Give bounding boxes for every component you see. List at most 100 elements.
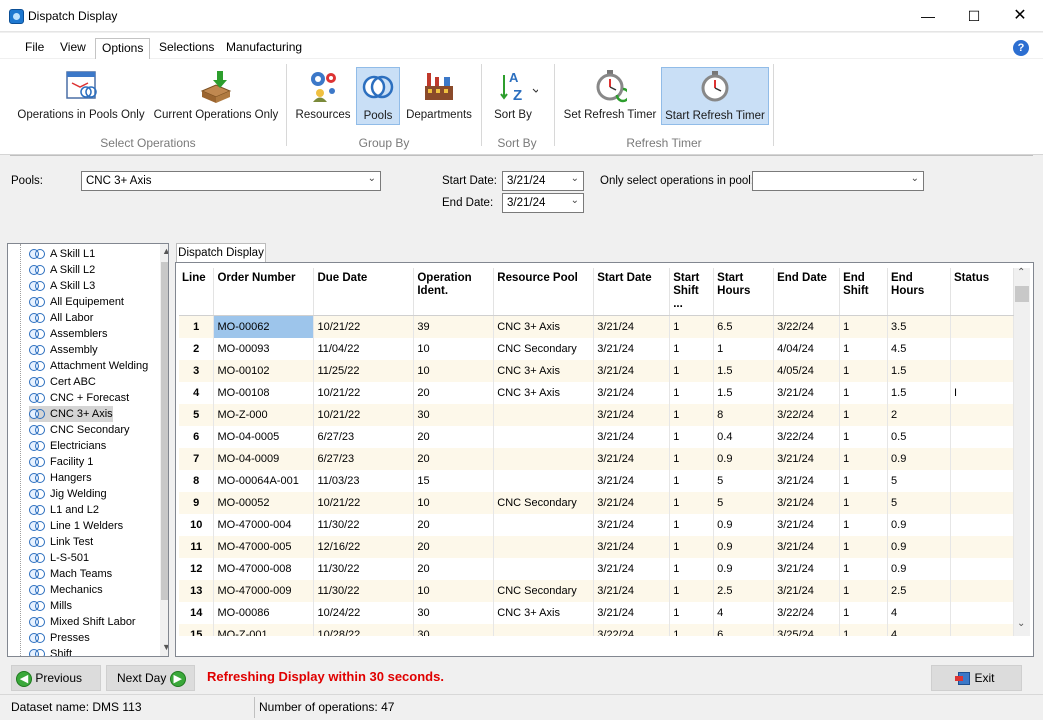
table-cell[interactable] — [493, 447, 595, 470]
table-cell[interactable]: 30 — [413, 403, 495, 426]
row-line-number[interactable]: 7 — [179, 447, 215, 470]
row-line-number[interactable]: 6 — [179, 425, 215, 448]
table-cell[interactable]: 1.5 — [713, 359, 775, 382]
pool-tree[interactable]: A Skill L1 A Skill L2 A Skill L3 All Equipe… — [7, 243, 169, 657]
table-cell[interactable]: CNC 3+ Axis — [493, 315, 595, 338]
column-header[interactable]: Due Date — [313, 268, 415, 316]
pool-list-item[interactable]: Hangers — [29, 470, 92, 486]
table-cell[interactable]: 3/21/24 — [593, 469, 671, 492]
table-cell[interactable]: 1 — [839, 403, 889, 426]
table-cell[interactable]: 11/30/22 — [313, 579, 415, 602]
table-cell[interactable] — [493, 469, 595, 492]
table-cell[interactable]: 3/21/24 — [593, 513, 671, 536]
scroll-down-icon[interactable]: ⌄ — [1017, 618, 1025, 629]
table-cell[interactable]: 4/04/24 — [773, 337, 841, 360]
table-cell[interactable]: MO-00052 — [213, 491, 315, 514]
table-cell[interactable]: 11/25/22 — [313, 359, 415, 382]
table-row[interactable]: 11 MO-47000-005 12/16/22 20 3/21/24 1 0.9 3/21/… — [179, 535, 1014, 558]
table-cell[interactable]: 6.5 — [713, 315, 775, 338]
table-cell[interactable]: 3/21/24 — [593, 403, 671, 426]
table-cell[interactable] — [493, 403, 595, 426]
table-cell[interactable]: 1 — [839, 359, 889, 382]
menu-options[interactable]: Options — [95, 38, 151, 60]
table-cell[interactable]: 3/21/24 — [593, 579, 671, 602]
pool-list-item[interactable]: A Skill L3 — [29, 278, 95, 294]
table-cell[interactable]: 20 — [413, 557, 495, 580]
table-cell[interactable]: CNC Secondary — [493, 337, 595, 360]
table-cell[interactable]: MO-00093 — [213, 337, 315, 360]
table-cell[interactable]: 1 — [839, 337, 889, 360]
scroll-thumb[interactable] — [161, 262, 168, 600]
table-cell[interactable] — [950, 491, 1014, 514]
table-cell[interactable]: 1 — [669, 557, 715, 580]
menu-manufacturing[interactable]: Manufacturing — [222, 40, 306, 54]
table-cell[interactable]: 3/22/24 — [773, 403, 841, 426]
row-line-number[interactable]: 9 — [179, 491, 215, 514]
table-row[interactable]: 3 MO-00102 11/25/22 10 CNC 3+ Axis 3/21/24 1 1.… — [179, 359, 1014, 382]
row-line-number[interactable]: 11 — [179, 535, 215, 558]
table-cell[interactable]: 1 — [669, 623, 715, 636]
scroll-up-icon[interactable]: ⌃ — [1017, 267, 1025, 278]
table-cell[interactable]: 30 — [413, 623, 495, 636]
table-cell[interactable]: MO-47000-009 — [213, 579, 315, 602]
table-cell[interactable]: 10/21/22 — [313, 491, 415, 514]
table-cell[interactable]: 2 — [887, 403, 951, 426]
current-operations-only-button[interactable]: Current Operations Only — [152, 67, 280, 125]
table-cell[interactable]: 1 — [669, 491, 715, 514]
pools-dropdown[interactable]: CNC 3+ Axis ⌄ — [81, 171, 381, 191]
table-cell[interactable]: I — [950, 381, 1014, 404]
table-cell[interactable]: 3/21/24 — [593, 359, 671, 382]
table-cell[interactable]: 1 — [839, 601, 889, 624]
column-header[interactable]: Start Shift ... — [669, 268, 715, 316]
table-cell[interactable]: 3/21/24 — [773, 491, 841, 514]
pool-list-item[interactable]: All Labor — [29, 310, 93, 326]
table-cell[interactable]: 4.5 — [887, 337, 951, 360]
table-row[interactable]: 4 MO-00108 10/21/22 20 CNC 3+ Axis 3/21/24 1 1.… — [179, 381, 1014, 404]
pool-list-item[interactable]: L1 and L2 — [29, 502, 99, 518]
table-cell[interactable]: 1 — [669, 535, 715, 558]
pool-list-item[interactable]: Facility 1 — [29, 454, 93, 470]
table-cell[interactable]: 1 — [839, 513, 889, 536]
table-cell[interactable]: 3/21/24 — [593, 425, 671, 448]
table-cell[interactable] — [493, 425, 595, 448]
table-cell[interactable]: 3.5 — [887, 315, 951, 338]
table-cell[interactable]: 4 — [887, 601, 951, 624]
table-cell[interactable]: 3/21/24 — [593, 491, 671, 514]
table-cell[interactable]: 3/21/24 — [773, 535, 841, 558]
table-row[interactable]: 1 MO-00062 10/21/22 39 CNC 3+ Axis 3/21/24 1 6.… — [179, 315, 1014, 338]
table-cell[interactable]: 3/21/24 — [593, 535, 671, 558]
table-cell[interactable]: 0.9 — [713, 535, 775, 558]
table-cell[interactable]: 10/21/22 — [313, 403, 415, 426]
table-cell[interactable]: 10/21/22 — [313, 315, 415, 338]
table-cell[interactable]: 1 — [839, 425, 889, 448]
table-cell[interactable]: 3/22/24 — [773, 425, 841, 448]
table-cell[interactable]: 5 — [887, 469, 951, 492]
row-line-number[interactable]: 3 — [179, 359, 215, 382]
pool-list-scrollbar[interactable]: ▲ ▼ — [160, 244, 168, 656]
table-cell[interactable] — [950, 425, 1014, 448]
table-row[interactable]: 13 MO-47000-009 11/30/22 10 CNC Secondary 3/2… — [179, 579, 1014, 602]
table-row[interactable]: 9 MO-00052 10/21/22 10 CNC Secondary 3/21/24 1… — [179, 491, 1014, 514]
table-cell[interactable] — [950, 447, 1014, 470]
table-cell[interactable]: 0.9 — [887, 557, 951, 580]
pool-list-item[interactable]: Link Test — [29, 534, 93, 550]
table-cell[interactable]: 1 — [839, 447, 889, 470]
operations-in-pools-only-button[interactable]: Operations in Pools Only — [16, 67, 146, 125]
column-header[interactable]: Order Number — [213, 268, 315, 316]
row-line-number[interactable]: 8 — [179, 469, 215, 492]
table-cell[interactable]: 10/24/22 — [313, 601, 415, 624]
column-header[interactable]: End Hours — [887, 268, 951, 316]
column-header[interactable]: Status — [950, 268, 1014, 316]
table-cell[interactable]: 3/21/24 — [773, 579, 841, 602]
table-cell[interactable]: 1 — [839, 315, 889, 338]
pool-list-item[interactable]: CNC Secondary — [29, 422, 129, 438]
table-row[interactable]: 5 MO-Z-000 10/21/22 30 3/21/24 1 8 3/22/24 1 2 — [179, 403, 1014, 426]
table-cell[interactable]: 3/21/24 — [593, 601, 671, 624]
table-cell[interactable]: 3/21/24 — [773, 447, 841, 470]
table-cell[interactable]: 3/21/24 — [593, 315, 671, 338]
table-cell[interactable]: 1 — [669, 513, 715, 536]
table-cell[interactable]: 1 — [669, 447, 715, 470]
row-line-number[interactable]: 12 — [179, 557, 215, 580]
menu-file[interactable]: File — [21, 40, 48, 54]
table-row[interactable]: 14 MO-00086 10/24/22 30 CNC 3+ Axis 3/21/24 1 4… — [179, 601, 1014, 624]
